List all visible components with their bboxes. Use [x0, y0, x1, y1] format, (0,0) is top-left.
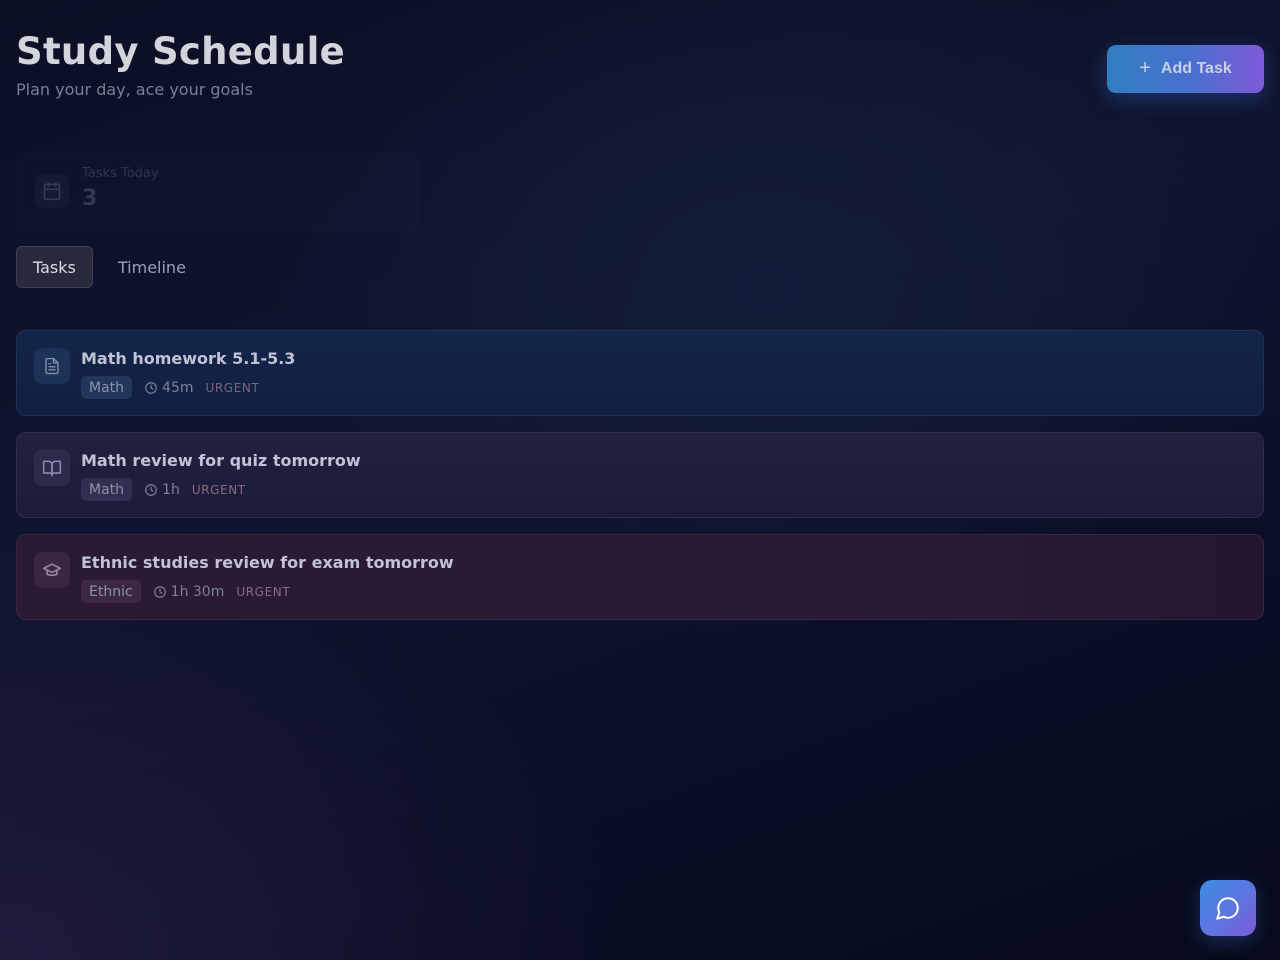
document-icon — [34, 348, 70, 384]
task-meta: Math 45m URGENT — [81, 376, 259, 399]
task-title: Math review for quiz tomorrow — [81, 451, 361, 470]
subject-tag: Math — [81, 376, 133, 399]
add-task-button[interactable]: + Add Task — [1107, 45, 1264, 93]
task-card-math-homework[interactable]: Math homework 5.1-5.3 Math 45m URGENT — [16, 330, 1264, 416]
task-card-math-review[interactable]: Math review for quiz tomorrow Math 1h UR… — [16, 432, 1264, 518]
task-duration: 1h — [144, 482, 180, 498]
book-icon — [34, 450, 70, 486]
calendar-icon — [35, 174, 69, 208]
tab-tasks[interactable]: Tasks — [16, 246, 93, 288]
view-tabs: Tasks Timeline — [16, 246, 203, 288]
task-meta: Math 1h URGENT — [81, 478, 246, 501]
chat-bubble-icon — [1216, 897, 1239, 920]
page-header: Study Schedule Plan your day, ace your g… — [16, 30, 1264, 99]
tasks-today-value: 3 — [82, 186, 98, 211]
page-title: Study Schedule — [16, 30, 345, 73]
priority-badge: URGENT — [191, 482, 246, 497]
tasks-today-label: Tasks Today — [82, 166, 159, 181]
task-meta: Ethnic 1h 30m URGENT — [81, 580, 290, 603]
tasks-today-card: Tasks Today 3 — [16, 153, 420, 231]
subject-tag: Math — [81, 478, 133, 501]
clock-icon — [153, 585, 166, 598]
chat-button[interactable] — [1200, 880, 1256, 936]
subject-tag: Ethnic — [81, 580, 141, 603]
priority-badge: URGENT — [236, 584, 291, 599]
duration-text: 1h — [162, 481, 180, 498]
page-subtitle: Plan your day, ace your goals — [16, 80, 253, 99]
task-duration: 45m — [144, 380, 193, 396]
add-task-label: Add Task — [1160, 60, 1232, 77]
clock-icon — [145, 381, 157, 394]
task-title: Math homework 5.1-5.3 — [81, 349, 296, 368]
priority-badge: URGENT — [205, 380, 260, 395]
clock-icon — [145, 483, 157, 496]
plus-icon: + — [1139, 57, 1151, 79]
duration-text: 1h 30m — [170, 583, 225, 600]
task-card-ethnic-studies[interactable]: Ethnic studies review for exam tomorrow … — [16, 534, 1264, 620]
title-block: Study Schedule Plan your day, ace your g… — [16, 30, 345, 99]
task-title: Ethnic studies review for exam tomorrow — [81, 553, 454, 572]
duration-text: 45m — [162, 379, 194, 396]
tab-timeline[interactable]: Timeline — [101, 246, 203, 288]
graduation-cap-icon — [34, 552, 70, 588]
task-duration: 1h 30m — [153, 583, 225, 600]
